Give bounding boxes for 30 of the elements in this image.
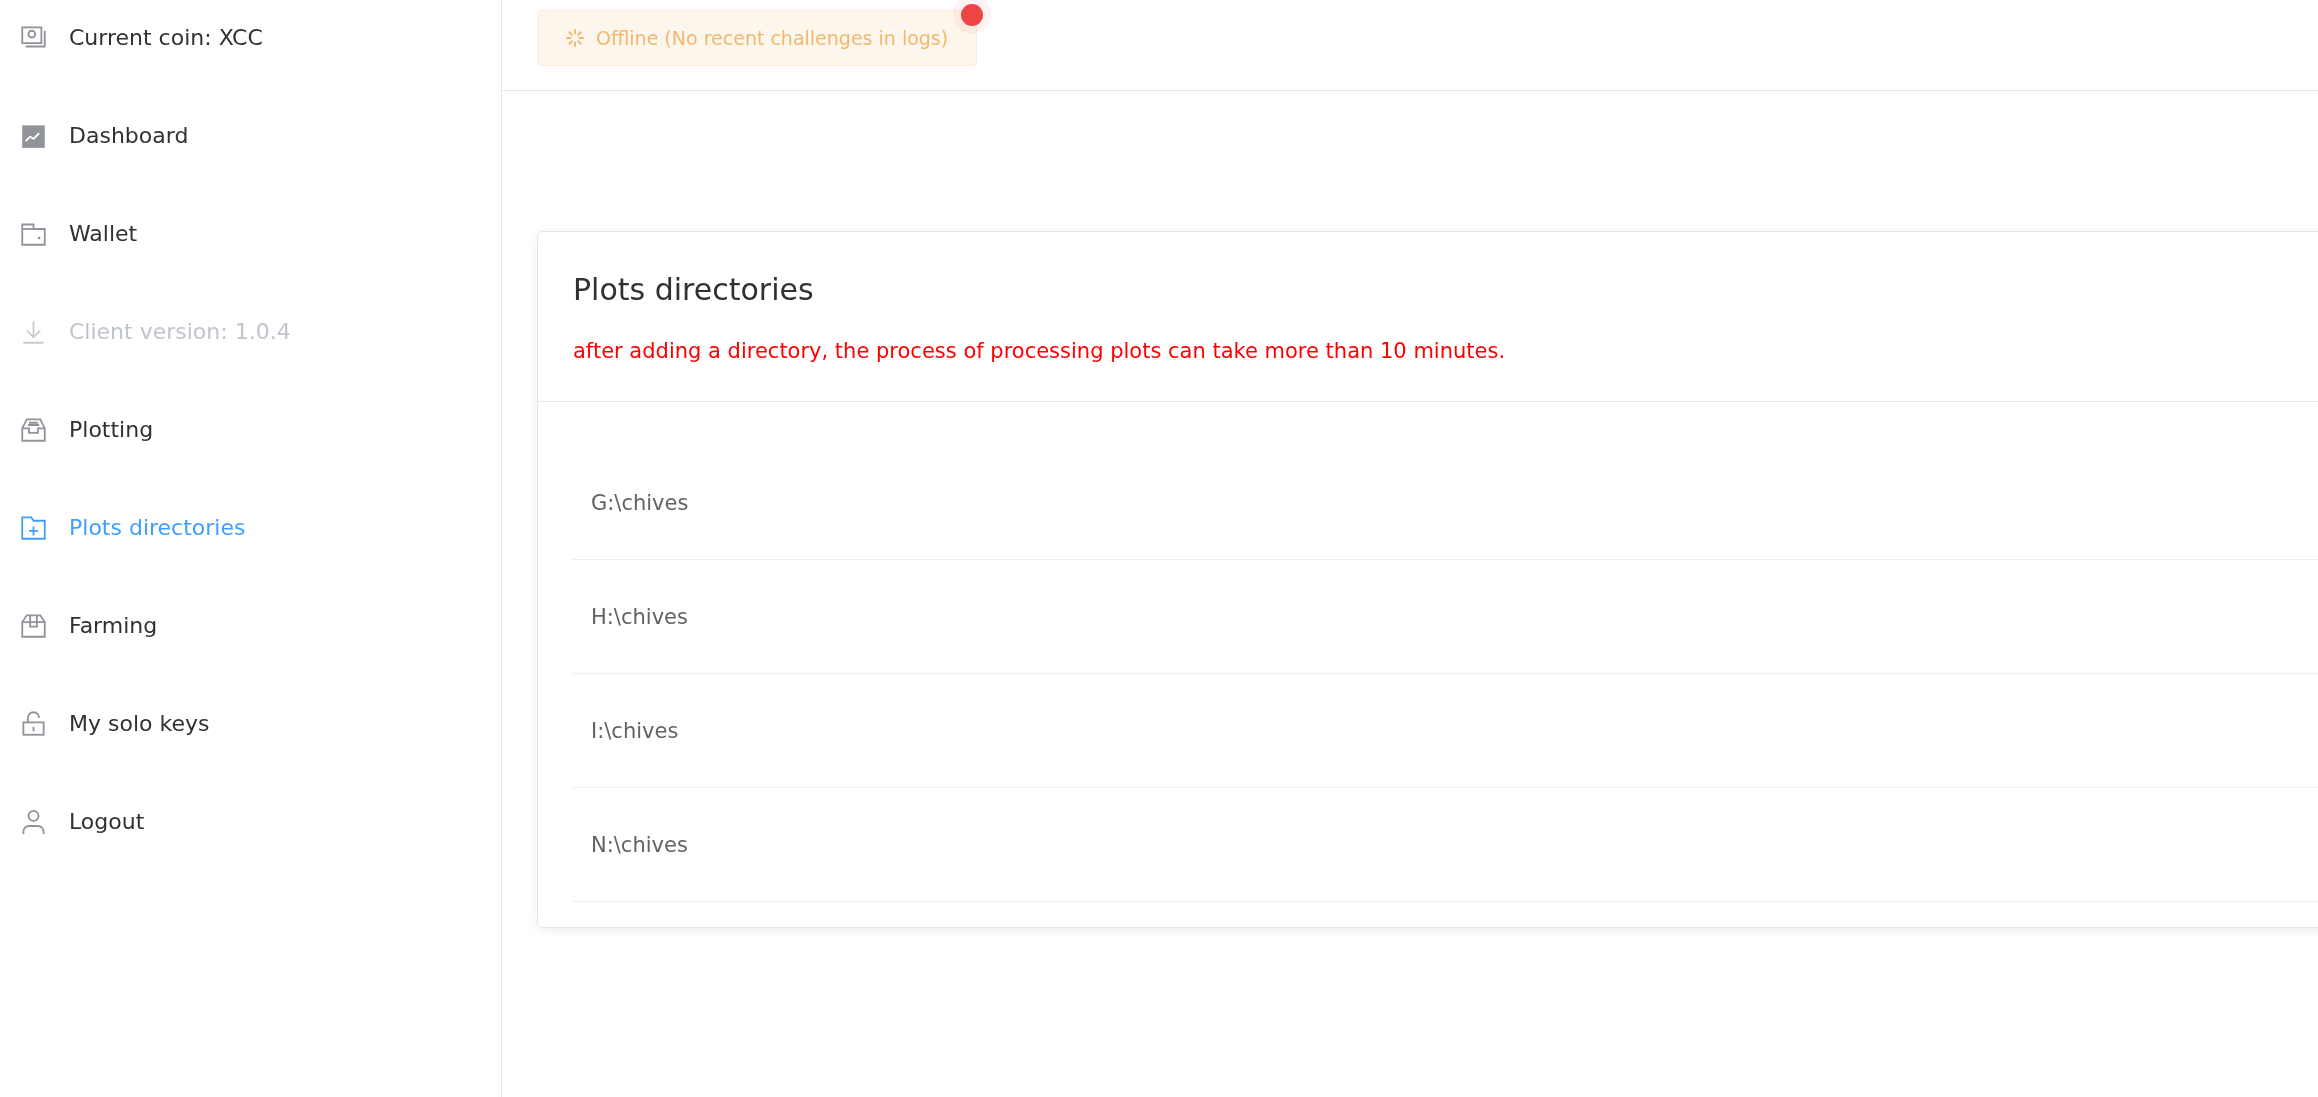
padlock-icon <box>20 709 47 737</box>
warning-text: after adding a directory, the process of processing plots can take more than 10 minutes. <box>573 339 1507 363</box>
sidebar-item[interactable]: My solo keys <box>0 674 501 772</box>
sidebar-item[interactable]: Current coin: XCC <box>0 0 501 86</box>
box-icon <box>20 611 47 639</box>
status-text: Offline (No recent challenges in logs) <box>596 27 949 49</box>
sidebar-item[interactable]: Dashboard <box>0 86 501 184</box>
directory-path: G:\chives <box>573 446 2318 560</box>
user-icon <box>20 807 47 835</box>
nav-label: My solo keys <box>69 710 210 736</box>
nav-label: Plotting <box>69 416 154 442</box>
nav-label: Farming <box>69 612 158 638</box>
directory-path: N:\chives <box>573 788 2318 902</box>
sidebar-item[interactable]: Wallet <box>0 184 501 282</box>
tray-icon <box>20 415 47 443</box>
nav-label: Client version: 1.0.4 <box>69 318 291 344</box>
spinner-icon <box>566 29 584 47</box>
card-title: Plots directories <box>573 272 815 307</box>
nav-label: Plots directories <box>69 514 246 540</box>
nav-label: Current coin: XCC <box>69 24 263 50</box>
sidebar-item[interactable]: Farming <box>0 576 501 674</box>
sidebar-item[interactable]: Plotting <box>0 380 501 478</box>
folder-plus-icon <box>20 513 47 541</box>
directory-path: I:\chives <box>573 674 2318 788</box>
nav-label: Dashboard <box>69 122 189 148</box>
notification-dot <box>961 4 984 26</box>
nav-label: Logout <box>69 808 145 834</box>
sidebar-item[interactable]: Logout <box>0 772 501 870</box>
nav-label: Wallet <box>69 220 138 246</box>
directory-path: H:\chives <box>573 560 2318 674</box>
